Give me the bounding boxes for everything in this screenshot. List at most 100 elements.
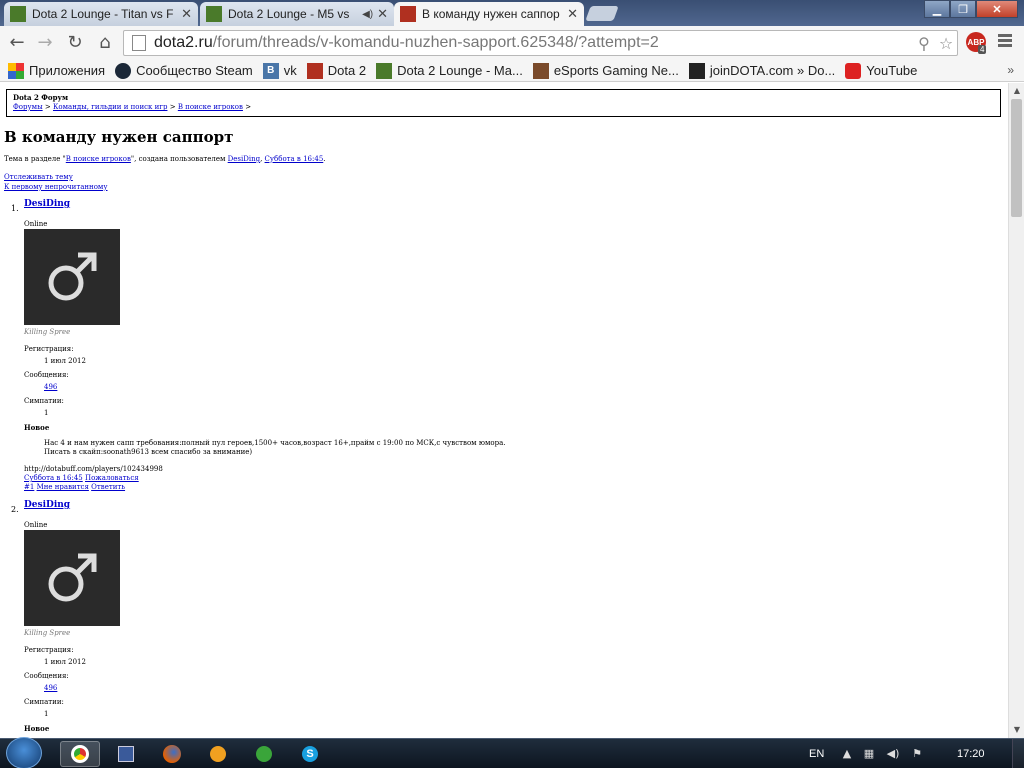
tray-expand-icon[interactable]: ▲ bbox=[840, 747, 854, 761]
tab-title: Dota 2 Lounge - Titan vs F bbox=[32, 7, 174, 21]
close-icon[interactable]: ✕ bbox=[567, 6, 578, 22]
meta-prefix: Тема в разделе " bbox=[4, 155, 66, 163]
page-scrollbar[interactable]: ▲ ▼ bbox=[1008, 83, 1024, 738]
breadcrumb-forums[interactable]: Форумы bbox=[13, 103, 43, 111]
reply-link[interactable]: Ответить bbox=[91, 483, 125, 491]
bookmark-apps[interactable]: Приложения bbox=[8, 62, 105, 79]
breadcrumb-players[interactable]: В поиске игроков bbox=[178, 103, 243, 111]
like-link[interactable]: Мне нравится bbox=[37, 483, 89, 491]
reg-info: Регистрация: 1 июл 2012 bbox=[24, 646, 86, 667]
meta-section-link[interactable]: В поиске игроков bbox=[66, 155, 131, 163]
bookmark-star-icon[interactable]: ☆ bbox=[935, 34, 957, 53]
url-text[interactable]: dota2.ru/forum/threads/v-komandu-nuzhen-… bbox=[154, 34, 913, 52]
chrome-menu-icon[interactable] bbox=[998, 34, 1012, 49]
watch-thread-link[interactable]: Отслеживать тему bbox=[4, 173, 73, 181]
avatar[interactable] bbox=[24, 229, 120, 325]
chrome-icon bbox=[71, 745, 89, 763]
home-icon[interactable]: ⌂ bbox=[94, 32, 116, 54]
taskbar-skype[interactable]: S bbox=[290, 741, 330, 767]
tab-active-thread[interactable]: В команду нужен саппор ✕ bbox=[394, 2, 584, 26]
search-icon[interactable]: ⚲ bbox=[913, 34, 935, 53]
bookmarks-overflow-chevron[interactable]: » bbox=[1007, 63, 1014, 77]
reload-icon[interactable]: ↻ bbox=[64, 32, 86, 54]
network-icon[interactable]: ▦ bbox=[862, 747, 876, 761]
messages-count-link[interactable]: 496 bbox=[44, 383, 57, 391]
messages-info: Сообщения: 496 bbox=[24, 672, 69, 693]
post-author-link[interactable]: DesiDing bbox=[24, 501, 70, 510]
clock[interactable]: 17:20 bbox=[957, 739, 985, 768]
action-center-flag-icon[interactable]: ⚑ bbox=[910, 747, 924, 761]
scroll-up-arrow-icon[interactable]: ▲ bbox=[1009, 83, 1024, 99]
permalink[interactable]: #1 bbox=[24, 483, 34, 491]
joindota-icon bbox=[688, 62, 705, 79]
apps-grid-icon bbox=[8, 62, 24, 79]
bookmark-esports[interactable]: eSports Gaming Ne... bbox=[532, 62, 679, 79]
bookmark-label: eSports Gaming Ne... bbox=[553, 63, 679, 78]
back-arrow-icon[interactable]: ← bbox=[6, 32, 28, 54]
aimp-icon bbox=[210, 746, 226, 762]
volume-icon[interactable]: ◀) bbox=[886, 747, 900, 761]
taskbar-aimp[interactable] bbox=[198, 741, 238, 767]
vk-icon: B bbox=[262, 62, 279, 79]
dota2lounge-icon bbox=[206, 6, 222, 22]
bookmark-youtube[interactable]: YouTube bbox=[845, 62, 917, 79]
address-bar[interactable]: dota2.ru/forum/threads/v-komandu-nuzhen-… bbox=[123, 30, 958, 56]
tab-strip: Dota 2 Lounge - Titan vs F ✕ Dota 2 Loun… bbox=[0, 0, 1024, 26]
bookmark-steam[interactable]: Сообщество Steam bbox=[115, 62, 253, 79]
bookmark-vk[interactable]: B vk bbox=[262, 62, 297, 79]
speaker-icon: ◀) bbox=[362, 8, 374, 20]
report-link[interactable]: Пожаловаться bbox=[85, 474, 139, 482]
bookmark-label: Dota 2 bbox=[327, 63, 367, 78]
bookmark-dota2[interactable]: Dota 2 bbox=[306, 62, 367, 79]
firefox-icon bbox=[163, 745, 181, 763]
new-tab-button[interactable] bbox=[585, 6, 619, 21]
tab-dota2lounge-m5[interactable]: Dota 2 Lounge - M5 vs ◀) ✕ bbox=[200, 2, 394, 26]
close-icon[interactable]: ✕ bbox=[377, 6, 388, 22]
post-text-line: Нас 4 и нам нужен сапп требования:полный… bbox=[44, 439, 506, 447]
meta-date-link[interactable]: Суббота в 16:45 bbox=[265, 155, 324, 163]
maximize-button[interactable]: ❐ bbox=[950, 0, 976, 18]
dota2lounge-icon bbox=[376, 62, 393, 79]
avatar[interactable] bbox=[24, 530, 120, 626]
url-domain: dota2.ru bbox=[154, 34, 213, 51]
reg-value: 1 июл 2012 bbox=[44, 658, 86, 666]
breadcrumb-teams[interactable]: Команды, гильдии и поиск игр bbox=[53, 103, 167, 111]
messages-info: Сообщения: 496 bbox=[24, 371, 69, 392]
browser-toolbar: ← → ↻ ⌂ dota2.ru/forum/threads/v-komandu… bbox=[0, 26, 1024, 60]
tab-title: Dota 2 Lounge - M5 vs bbox=[228, 7, 350, 21]
likes-value: 1 bbox=[44, 710, 49, 718]
scroll-down-arrow-icon[interactable]: ▼ bbox=[1009, 722, 1024, 738]
post-text-line: Писать в скайп:soonath9613 всем спасибо … bbox=[44, 448, 253, 456]
meta-author-link[interactable]: DesiDing bbox=[228, 155, 260, 163]
post-date-row: Суббота в 16:45 Пожаловаться bbox=[24, 474, 163, 483]
post-date-link[interactable]: Суббота в 16:45 bbox=[24, 474, 83, 482]
forward-arrow-icon[interactable]: → bbox=[34, 32, 56, 54]
start-button[interactable] bbox=[6, 737, 42, 768]
reg-label: Регистрация: bbox=[24, 646, 74, 654]
close-icon[interactable]: ✕ bbox=[181, 6, 192, 22]
youtube-icon bbox=[845, 62, 862, 79]
taskbar-firefox[interactable] bbox=[152, 741, 192, 767]
post: 2. DesiDing Online Killing Spree Регистр… bbox=[11, 501, 711, 738]
taskbar-app-2[interactable] bbox=[106, 741, 146, 767]
new-label: Новое bbox=[24, 724, 50, 733]
reg-label: Регистрация: bbox=[24, 345, 74, 353]
scrollbar-thumb[interactable] bbox=[1011, 99, 1022, 217]
language-indicator[interactable]: EN bbox=[809, 739, 824, 768]
bookmark-joindota[interactable]: joinDOTA.com » Do... bbox=[688, 62, 835, 79]
first-unread-link[interactable]: К первому непрочитанному bbox=[4, 183, 108, 191]
show-desktop-button[interactable] bbox=[1012, 739, 1024, 768]
minimize-button[interactable]: ▁ bbox=[924, 0, 950, 18]
tab-dota2lounge-titan[interactable]: Dota 2 Lounge - Titan vs F ✕ bbox=[4, 2, 198, 26]
bookmark-dota2lounge[interactable]: Dota 2 Lounge - Ma... bbox=[376, 62, 523, 79]
messages-count-link[interactable]: 496 bbox=[44, 684, 57, 692]
close-window-button[interactable]: ✕ bbox=[976, 0, 1018, 18]
post-author-link[interactable]: DesiDing bbox=[24, 200, 70, 209]
utorrent-icon bbox=[256, 746, 272, 762]
taskbar-utorrent[interactable] bbox=[244, 741, 284, 767]
taskbar-chrome[interactable] bbox=[60, 741, 100, 767]
page-viewport: Dota 2 Форум Форумы > Команды, гильдии и… bbox=[0, 83, 1008, 738]
thread-meta: Тема в разделе "В поиске игроков", созда… bbox=[4, 155, 326, 163]
likes-info: Симпатии: 1 bbox=[24, 698, 64, 719]
thread-links: Отслеживать тему К первому непрочитанном… bbox=[4, 172, 108, 192]
